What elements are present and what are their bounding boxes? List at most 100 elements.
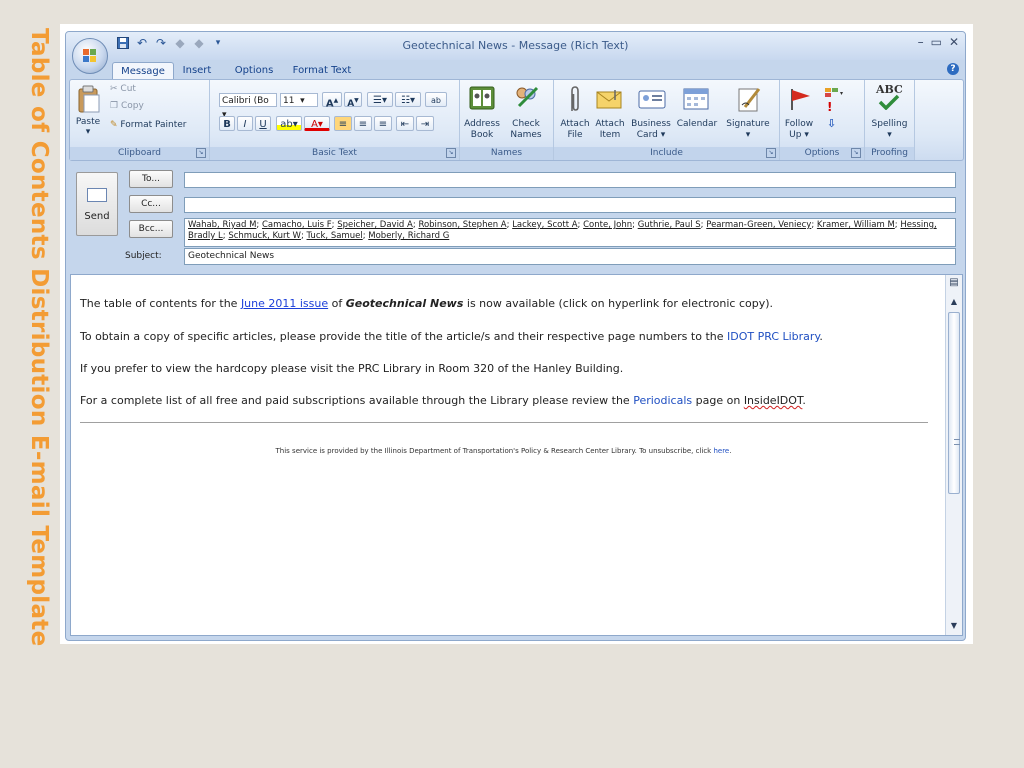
bcc-recipient[interactable]: Kramer, William M	[817, 220, 895, 230]
spelling-button[interactable]: Spelling ▾	[865, 119, 914, 141]
minimize-button[interactable]: –	[918, 35, 924, 49]
include-launcher-icon[interactable]: ↘	[766, 148, 776, 158]
address-book-icon[interactable]	[469, 86, 495, 114]
bcc-recipient[interactable]: Robinson, Stephen A	[418, 220, 506, 230]
calendar-button[interactable]: Calendar	[674, 119, 720, 130]
subject-field[interactable]: Geotechnical News	[184, 248, 956, 265]
font-size-select[interactable]: 11 ▾	[280, 93, 318, 107]
send-button[interactable]: Send	[76, 172, 118, 236]
attach-item-button[interactable]: Attach Item	[593, 119, 627, 141]
bcc-recipient[interactable]: Conte, John	[583, 220, 632, 230]
tab-options[interactable]: Options	[230, 62, 278, 79]
spelling-icon[interactable]: ABC	[876, 83, 903, 110]
attach-item-icon[interactable]	[596, 88, 624, 114]
italic-button[interactable]: I	[237, 116, 253, 131]
underline-button[interactable]: U	[255, 116, 271, 131]
align-right-icon[interactable]: ≡	[374, 116, 392, 131]
clipboard-group: Paste ▾ ✂ Cut ❐ Copy ✎ Format Painter Cl…	[70, 80, 210, 160]
copy-button[interactable]: ❐ Copy	[110, 101, 144, 112]
bcc-recipient[interactable]: Guthrie, Paul S	[638, 220, 701, 230]
ribbon-tabs: Message Insert Options Format Text ?	[66, 60, 965, 80]
check-names-button[interactable]: Check Names	[506, 119, 546, 141]
format-painter-button[interactable]: ✎ Format Painter	[110, 120, 187, 131]
signature-icon[interactable]	[737, 85, 763, 117]
scroll-down-icon[interactable]: ▼	[946, 621, 962, 630]
tab-message[interactable]: Message	[112, 62, 174, 80]
bcc-recipient[interactable]: Camacho, Luis F	[262, 220, 332, 230]
address-book-button[interactable]: Address Book	[462, 119, 502, 141]
numbering-button[interactable]: ☷▾	[395, 92, 421, 107]
high-importance-icon[interactable]: !	[827, 100, 832, 114]
names-group: Address Book Check Names Names	[460, 80, 554, 160]
bullets-button[interactable]: ☰▾	[367, 92, 393, 107]
options-group: ! ⇩ Follow Up ▾ Options ↘	[780, 80, 865, 160]
cc-button[interactable]: Cc...	[129, 195, 173, 213]
bcc-recipient[interactable]: Schmuck, Kurt W	[228, 231, 301, 241]
help-icon[interactable]: ?	[947, 63, 959, 75]
insideidot-text: InsideIDOT	[743, 394, 803, 407]
tab-insert[interactable]: Insert	[174, 62, 220, 79]
ruler-toggle-icon[interactable]: ▤	[946, 277, 962, 288]
scroll-thumb[interactable]	[948, 312, 960, 494]
outlook-message-window: ↶ ↷ ◆ ◆ ▾ Geotechnical News - Message (R…	[60, 24, 973, 644]
calendar-icon[interactable]	[683, 86, 709, 114]
bcc-recipient[interactable]: Moberly, Richard G	[368, 231, 449, 241]
to-button[interactable]: To...	[129, 170, 173, 188]
message-body[interactable]: The table of contents for the June 2011 …	[70, 274, 963, 636]
font-name-select[interactable]: Calibri (Bo ▾	[219, 93, 277, 120]
office-button[interactable]	[72, 38, 108, 74]
body-paragraph-1: The table of contents for the June 2011 …	[80, 297, 773, 310]
tab-format-text[interactable]: Format Text	[288, 62, 356, 79]
bcc-recipient[interactable]: Pearman-Green, Veniecy	[706, 220, 811, 230]
business-card-icon[interactable]	[638, 88, 666, 114]
cut-button[interactable]: ✂ Cut	[110, 84, 136, 95]
bcc-button[interactable]: Bcc...	[129, 220, 173, 238]
june-issue-link[interactable]: June 2011 issue	[241, 297, 328, 310]
footer-note: This service is provided by the Illinois…	[275, 447, 732, 455]
options-launcher-icon[interactable]: ↘	[851, 148, 861, 158]
grow-font-button[interactable]: A▲	[322, 92, 342, 109]
paste-dropdown-icon[interactable]: ▾	[82, 127, 94, 138]
scroll-up-icon[interactable]: ▲	[946, 297, 962, 306]
bcc-recipient[interactable]: Lackey, Scott A	[512, 220, 577, 230]
include-group-label: Include ↘	[554, 147, 779, 160]
clear-formatting-icon[interactable]: ab	[425, 92, 447, 107]
align-center-icon[interactable]: ≡	[354, 116, 372, 131]
business-card-button[interactable]: Business Card ▾	[628, 119, 674, 141]
signature-button[interactable]: Signature ▾	[721, 119, 775, 141]
bcc-recipient[interactable]: Speicher, David A	[337, 220, 413, 230]
to-field[interactable]	[184, 172, 956, 188]
bcc-recipient[interactable]: Tuck, Samuel	[307, 231, 363, 241]
decrease-indent-icon[interactable]: ⇤	[396, 116, 414, 131]
bold-button[interactable]: B	[219, 116, 235, 131]
idot-prc-library-link[interactable]: IDOT PRC Library	[727, 330, 819, 343]
send-envelope-icon	[87, 188, 107, 202]
maximize-button[interactable]: ▭	[931, 35, 942, 49]
attach-file-button[interactable]: Attach File	[558, 119, 592, 141]
subject-label: Subject:	[125, 251, 162, 261]
window-frame: ↶ ↷ ◆ ◆ ▾ Geotechnical News - Message (R…	[65, 31, 966, 641]
periodicals-link[interactable]: Periodicals	[633, 394, 692, 407]
paste-icon[interactable]	[78, 85, 100, 117]
basic-text-launcher-icon[interactable]: ↘	[446, 148, 456, 158]
attach-file-icon[interactable]	[568, 85, 582, 119]
window-controls: – ▭ ✕	[918, 35, 959, 49]
bcc-field[interactable]: Wahab, Riyad M; Camacho, Luis F; Speiche…	[184, 218, 956, 247]
vertical-scrollbar[interactable]: ▤ ▲ ▼	[945, 275, 962, 635]
follow-up-flag-icon[interactable]	[788, 86, 814, 116]
bcc-recipient[interactable]: Wahab, Riyad M	[188, 220, 256, 230]
low-importance-icon[interactable]: ⇩	[827, 117, 836, 130]
close-button[interactable]: ✕	[949, 35, 959, 49]
cc-field[interactable]	[184, 197, 956, 213]
horizontal-rule	[80, 422, 928, 423]
align-left-icon[interactable]: ≡	[334, 116, 352, 131]
unsubscribe-link[interactable]: here	[713, 447, 729, 455]
increase-indent-icon[interactable]: ⇥	[416, 116, 434, 131]
cut-label: Cut	[120, 84, 136, 94]
shrink-font-button[interactable]: A▼	[344, 92, 362, 109]
font-color-icon[interactable]: A▾	[304, 116, 330, 131]
clipboard-launcher-icon[interactable]: ↘	[196, 148, 206, 158]
check-names-icon[interactable]	[513, 84, 541, 114]
highlight-icon[interactable]: ab▾	[276, 116, 302, 131]
follow-up-button[interactable]: Follow Up ▾	[782, 119, 816, 141]
